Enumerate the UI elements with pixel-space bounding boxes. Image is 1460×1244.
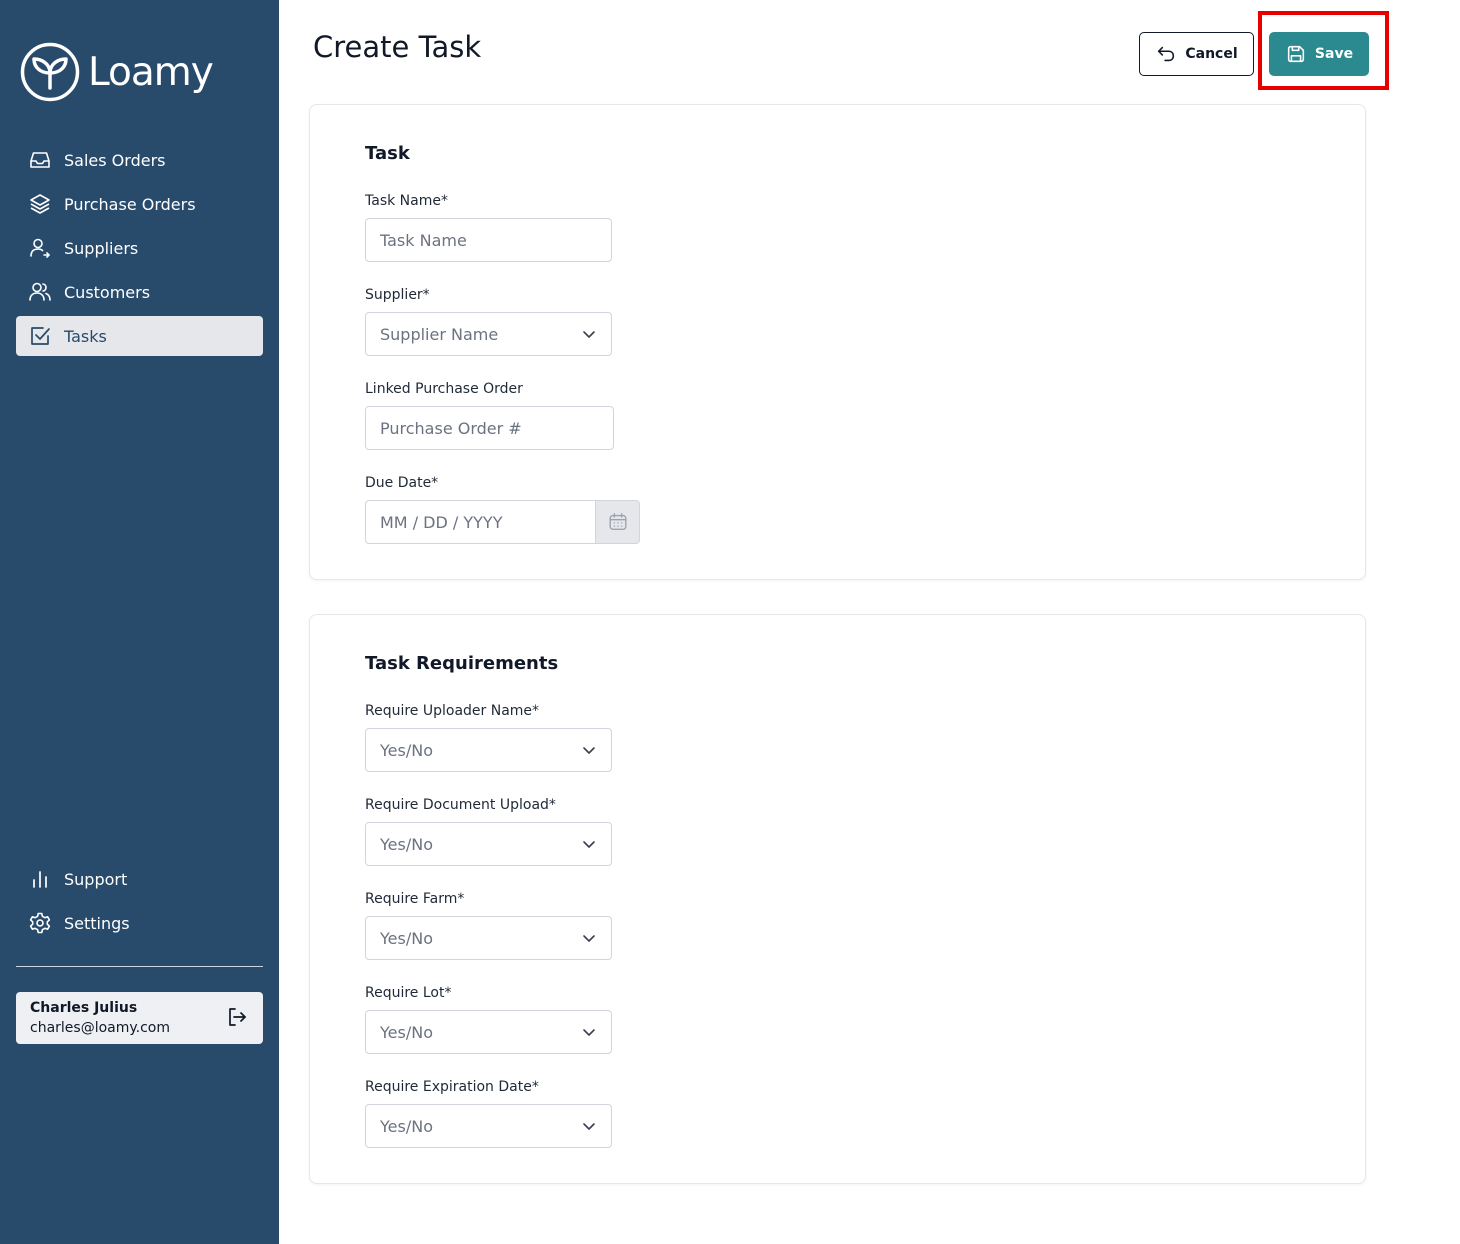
- sidebar-item-suppliers[interactable]: Suppliers: [16, 228, 263, 268]
- user-arrow-icon: [28, 236, 52, 260]
- undo-arrow-icon: [1155, 43, 1177, 65]
- layers-icon: [28, 192, 52, 216]
- cancel-label: Cancel: [1185, 46, 1238, 62]
- sidebar-divider: [16, 966, 263, 967]
- sidebar-item-label: Support: [64, 869, 128, 889]
- sidebar-item-settings[interactable]: Settings: [16, 903, 263, 943]
- linked-po-label: Linked Purchase Order: [365, 381, 523, 397]
- leaf-logo-icon: [20, 42, 80, 102]
- chevron-down-icon: [583, 747, 595, 754]
- section-title-task-requirements: Task Requirements: [365, 653, 559, 674]
- sidebar-item-label: Customers: [64, 282, 151, 302]
- select-value: Yes/No: [380, 834, 433, 854]
- due-date-label: Due Date*: [365, 475, 439, 491]
- require-document-upload-select[interactable]: Yes/No: [365, 822, 612, 866]
- require-farm-label: Require Farm*: [365, 891, 465, 907]
- inbox-icon: [28, 148, 52, 172]
- task-card: Task Task Name* Task Name Supplier* Supp…: [309, 104, 1366, 580]
- checkbox-icon: [28, 324, 52, 348]
- page-title: Create Task: [313, 30, 482, 64]
- require-uploader-name-select[interactable]: Yes/No: [365, 728, 612, 772]
- sidebar-nav: Sales Orders Purchase Orders Suppliers C…: [16, 140, 263, 360]
- annotation-highlight-box: [1258, 11, 1389, 90]
- gear-icon: [28, 911, 52, 935]
- sidebar-item-support[interactable]: Support: [16, 859, 263, 899]
- select-value: Yes/No: [380, 928, 433, 948]
- supplier-placeholder: Supplier Name: [380, 324, 499, 344]
- task-name-label: Task Name*: [365, 193, 448, 209]
- user-email: charles@loamy.com: [30, 1020, 171, 1036]
- users-icon: [28, 280, 52, 304]
- sidebar-item-label: Suppliers: [64, 238, 139, 258]
- sidebar-item-customers[interactable]: Customers: [16, 272, 263, 312]
- calendar-button[interactable]: [595, 500, 640, 544]
- logo-text: Loamy: [88, 49, 214, 95]
- sidebar-item-label: Purchase Orders: [64, 194, 196, 214]
- task-requirements-card: Task Requirements Require Uploader Name*…: [309, 614, 1366, 1184]
- cancel-button[interactable]: Cancel: [1139, 32, 1254, 76]
- sidebar-item-label: Tasks: [64, 326, 107, 346]
- user-name: Charles Julius: [30, 1000, 138, 1016]
- sidebar-item-label: Settings: [64, 913, 130, 933]
- task-name-input[interactable]: Task Name: [365, 218, 612, 262]
- chevron-down-icon: [583, 331, 595, 338]
- require-document-upload-label: Require Document Upload*: [365, 797, 556, 813]
- user-card: Charles Julius charles@loamy.com: [16, 992, 263, 1044]
- select-value: Yes/No: [380, 1022, 433, 1042]
- supplier-label: Supplier*: [365, 287, 430, 303]
- sidebar: Loamy Sales Orders Purchase Orders Suppl…: [0, 0, 279, 1244]
- sidebar-bottom-nav: Support Settings: [16, 859, 263, 947]
- chevron-down-icon: [583, 841, 595, 848]
- logo[interactable]: Loamy: [20, 42, 214, 102]
- bar-chart-icon: [28, 867, 52, 891]
- linked-po-input[interactable]: Purchase Order #: [365, 406, 614, 450]
- require-lot-select[interactable]: Yes/No: [365, 1010, 612, 1054]
- require-expiration-date-label: Require Expiration Date*: [365, 1079, 539, 1095]
- due-date-placeholder: MM / DD / YYYY: [380, 512, 503, 532]
- chevron-down-icon: [583, 935, 595, 942]
- sidebar-item-sales-orders[interactable]: Sales Orders: [16, 140, 263, 180]
- sidebar-item-purchase-orders[interactable]: Purchase Orders: [16, 184, 263, 224]
- require-expiration-date-select[interactable]: Yes/No: [365, 1104, 612, 1148]
- task-name-placeholder: Task Name: [380, 230, 467, 250]
- sidebar-item-label: Sales Orders: [64, 150, 166, 170]
- logout-icon[interactable]: [225, 1005, 249, 1029]
- chevron-down-icon: [583, 1123, 595, 1130]
- calendar-icon: [609, 513, 626, 531]
- section-title-task: Task: [365, 143, 410, 164]
- chevron-down-icon: [583, 1029, 595, 1036]
- require-lot-label: Require Lot*: [365, 985, 452, 1001]
- due-date-field: MM / DD / YYYY: [365, 500, 640, 544]
- require-uploader-name-label: Require Uploader Name*: [365, 703, 540, 719]
- due-date-input[interactable]: MM / DD / YYYY: [365, 500, 596, 544]
- require-farm-select[interactable]: Yes/No: [365, 916, 612, 960]
- sidebar-item-tasks[interactable]: Tasks: [16, 316, 263, 356]
- supplier-select[interactable]: Supplier Name: [365, 312, 612, 356]
- select-value: Yes/No: [380, 1116, 433, 1136]
- linked-po-placeholder: Purchase Order #: [380, 418, 522, 438]
- select-value: Yes/No: [380, 740, 433, 760]
